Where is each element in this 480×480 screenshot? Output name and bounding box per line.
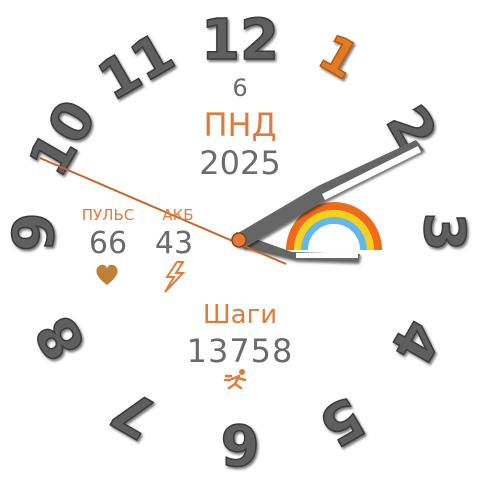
hour-5: 5 xyxy=(309,383,375,459)
hour-12: 12 xyxy=(201,8,279,73)
hour-3: 3 xyxy=(411,213,476,252)
pulse-label: ПУЛЬС xyxy=(81,206,135,224)
center-pin xyxy=(231,232,247,248)
heart-icon xyxy=(96,264,118,285)
runner-icon xyxy=(223,369,247,390)
hour-9: 9 xyxy=(2,213,67,252)
hour-10: 10 xyxy=(17,90,109,187)
hour-11: 11 xyxy=(88,21,185,113)
date-year: 2025 xyxy=(199,144,281,182)
battery-value: 43 xyxy=(154,226,194,261)
pulse-value: 66 xyxy=(88,226,128,261)
battery-label: АКБ xyxy=(162,206,194,224)
hour-8: 8 xyxy=(23,305,99,371)
hour-7: 7 xyxy=(101,375,167,451)
lightning-icon xyxy=(164,261,186,293)
date-day: 6 xyxy=(232,74,248,102)
hour-1: 1 xyxy=(309,23,368,91)
date-weekday: ПНД xyxy=(203,106,277,144)
hour-6: 6 xyxy=(221,411,260,476)
watch-dial: 12 1 2 3 4 5 6 7 8 9 10 11 xyxy=(1,7,476,476)
steps-label: Шаги xyxy=(202,300,278,330)
steps-value: 13758 xyxy=(186,332,294,370)
hour-4: 4 xyxy=(377,309,453,375)
